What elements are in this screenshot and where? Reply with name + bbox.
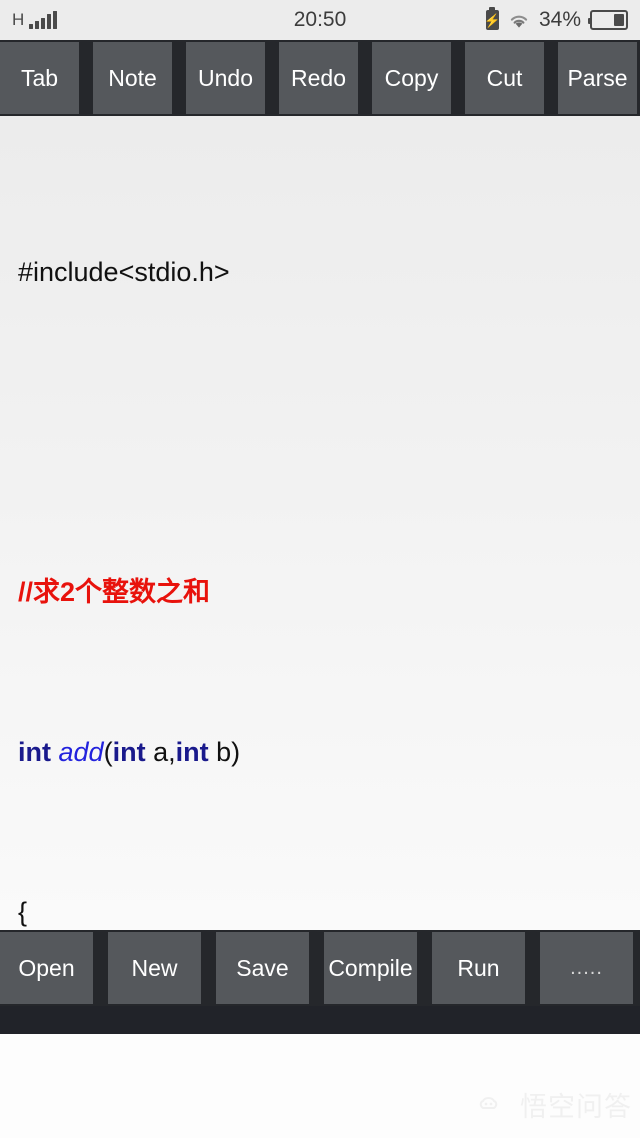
new-button[interactable]: New xyxy=(108,932,201,1004)
brace-open: { xyxy=(18,897,28,927)
status-bar-right: ⚡ 34% xyxy=(484,7,628,32)
comment-sum: //求2个整数之和 xyxy=(18,577,211,607)
signal-bars-icon xyxy=(28,11,57,29)
keyword-int-param-b: int xyxy=(175,737,209,767)
wukong-logo-icon xyxy=(479,1095,513,1115)
keyword-int-param-a: int xyxy=(112,737,146,767)
code-line-add-signature: int add(int a,int b) xyxy=(18,732,640,772)
redo-button[interactable]: Redo xyxy=(279,42,358,114)
charging-bolt-glyph: ⚡ xyxy=(484,12,501,28)
wifi-icon xyxy=(508,12,530,29)
run-button[interactable]: Run xyxy=(432,932,525,1004)
network-type-label: H xyxy=(12,10,25,29)
code-editor[interactable]: #include<stdio.h> //求2个整数之和 int add(int … xyxy=(0,116,640,930)
code-line-add-brace-open: { xyxy=(18,892,640,930)
keyword-int: int xyxy=(18,737,51,767)
battery-percent-label: 34% xyxy=(538,8,581,31)
paren-open: ( xyxy=(103,737,113,767)
note-button[interactable]: Note xyxy=(93,42,172,114)
param-a: a, xyxy=(145,737,176,767)
top-toolbar: Tab Note Undo Redo Copy Cut Parse xyxy=(0,40,640,116)
code-line-include: #include<stdio.h> xyxy=(18,252,640,292)
code-line-blank-1 xyxy=(18,412,640,452)
open-button[interactable]: Open xyxy=(0,932,93,1004)
bottom-toolbar: Open New Save Compile Run ..... xyxy=(0,930,640,1006)
function-name-add: add xyxy=(58,737,104,767)
watermark-text: 悟空问答 xyxy=(520,1092,632,1123)
undo-button[interactable]: Undo xyxy=(186,42,265,114)
parse-button[interactable]: Parse xyxy=(558,42,637,114)
more-button[interactable]: ..... xyxy=(540,932,633,1004)
page-footer-area: 悟空问答 xyxy=(0,1034,640,1138)
phone-screen: H 20:50 ⚡ 34% Tab Note Undo Redo Copy Cu… xyxy=(0,0,640,1138)
status-bar: H 20:50 ⚡ 34% xyxy=(0,0,640,40)
status-bar-left: H xyxy=(12,10,57,30)
battery-fill xyxy=(613,14,624,26)
cut-button[interactable]: Cut xyxy=(465,42,544,114)
watermark: 悟空问答 xyxy=(479,1085,632,1124)
compile-button[interactable]: Compile xyxy=(324,932,417,1004)
tab-button[interactable]: Tab xyxy=(0,42,79,114)
code-line-comment-sum: //求2个整数之和 xyxy=(18,572,640,612)
battery-charging-icon: ⚡ xyxy=(484,7,501,30)
code-content: #include<stdio.h> //求2个整数之和 int add(int … xyxy=(18,132,640,930)
include-directive: #include<stdio.h> xyxy=(18,257,230,287)
battery-icon xyxy=(588,10,628,30)
save-button[interactable]: Save xyxy=(216,932,309,1004)
copy-button[interactable]: Copy xyxy=(372,42,451,114)
param-b: b) xyxy=(208,737,241,767)
navigation-bar xyxy=(0,1006,640,1034)
